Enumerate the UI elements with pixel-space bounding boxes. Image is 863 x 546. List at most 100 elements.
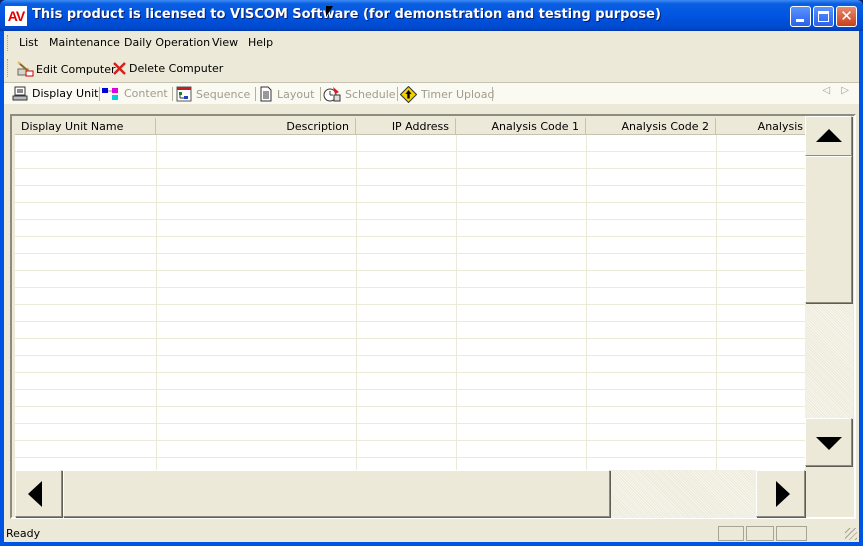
table-row[interactable] xyxy=(15,203,805,220)
table-row[interactable] xyxy=(15,441,805,458)
scroll-right-button[interactable] xyxy=(756,470,805,517)
tab-separator xyxy=(99,87,100,101)
tab-separator xyxy=(492,87,493,101)
toolbar-grip[interactable] xyxy=(7,59,10,77)
minimize-icon xyxy=(796,19,804,22)
tab-sequence[interactable]: Sequence xyxy=(176,86,250,102)
schedule-icon xyxy=(323,87,341,102)
scroll-up-button[interactable] xyxy=(805,116,852,156)
app-window: AV This product is licensed to VISCOM So… xyxy=(0,0,863,546)
table-row[interactable] xyxy=(15,152,805,169)
menu-list[interactable]: List xyxy=(19,36,38,49)
tab-separator xyxy=(172,87,173,101)
menu-view[interactable]: View xyxy=(212,36,238,49)
tab-separator xyxy=(255,87,256,101)
grid-header: Display Unit Name Description IP Address… xyxy=(15,118,805,135)
tab-schedule[interactable]: Schedule xyxy=(323,86,396,102)
table-row[interactable] xyxy=(15,305,805,322)
table-row[interactable] xyxy=(15,390,805,407)
status-panel xyxy=(718,526,744,541)
client-area: List Maintenance Daily Operation View He… xyxy=(4,31,859,542)
display-unit-grid[interactable]: Display Unit Name Description IP Address… xyxy=(15,118,805,470)
tab-separator xyxy=(397,87,398,101)
tab-bar: Display Unit Content Sequence Layout Sch… xyxy=(4,82,859,104)
table-row[interactable] xyxy=(15,407,805,424)
arrow-up-icon xyxy=(816,129,842,142)
table-row[interactable] xyxy=(15,373,805,390)
status-panel xyxy=(746,526,774,541)
table-row[interactable] xyxy=(15,254,805,271)
toolbar: Edit Computer Delete Computer xyxy=(4,55,859,81)
title-bar[interactable]: AV This product is licensed to VISCOM So… xyxy=(0,0,863,31)
maximize-icon xyxy=(818,11,829,22)
table-row[interactable] xyxy=(15,356,805,373)
menubar-grip[interactable] xyxy=(7,35,10,51)
column-divider xyxy=(156,135,157,470)
sequence-icon xyxy=(176,86,192,102)
vertical-scrollbar[interactable] xyxy=(805,116,853,467)
tab-label: Sequence xyxy=(196,87,251,101)
scroll-down-button[interactable] xyxy=(805,418,852,466)
table-row[interactable] xyxy=(15,186,805,203)
menu-maintenance[interactable]: Maintenance xyxy=(49,36,120,49)
vertical-scroll-thumb[interactable] xyxy=(805,156,852,303)
delete-computer-label: Delete Computer xyxy=(129,62,224,75)
window-title: This product is licensed to VISCOM Softw… xyxy=(32,7,661,22)
table-row[interactable] xyxy=(15,271,805,288)
tab-content[interactable]: Content xyxy=(102,86,168,101)
delete-computer-button[interactable]: Delete Computer xyxy=(112,61,223,76)
app-logo-icon: AV xyxy=(5,6,27,26)
tab-display-unit[interactable]: Display Unit xyxy=(12,86,98,101)
menu-help[interactable]: Help xyxy=(248,36,273,49)
tab-scroll-arrows[interactable]: ◁ ▷ xyxy=(822,85,853,96)
column-header-display-unit-name[interactable]: Display Unit Name xyxy=(15,118,156,135)
column-header-description[interactable]: Description xyxy=(156,118,356,135)
maximize-button[interactable] xyxy=(813,6,834,27)
document-icon xyxy=(260,86,272,102)
table-row[interactable] xyxy=(15,458,805,470)
tab-label: Schedule xyxy=(345,87,396,101)
column-divider xyxy=(586,135,587,470)
column-header-analysis-code-2[interactable]: Analysis Code 2 xyxy=(586,118,716,135)
tab-label: Display Unit xyxy=(32,87,99,100)
close-icon: ✕ xyxy=(840,7,853,25)
tab-label: Timer Upload xyxy=(421,88,495,101)
table-row[interactable] xyxy=(15,339,805,356)
status-bar: Ready xyxy=(4,523,859,542)
resize-grip-icon[interactable] xyxy=(845,528,857,540)
status-panel xyxy=(776,526,807,541)
table-row[interactable] xyxy=(15,220,805,237)
column-header-analysis-code-1[interactable]: Analysis Code 1 xyxy=(456,118,586,135)
column-header-ip-address[interactable]: IP Address xyxy=(356,118,456,135)
column-header-analysis[interactable]: Analysis xyxy=(716,118,805,135)
menu-bar: List Maintenance Daily Operation View He… xyxy=(4,31,859,55)
close-button[interactable]: ✕ xyxy=(836,6,857,27)
column-divider xyxy=(456,135,457,470)
computer-icon xyxy=(12,86,28,101)
table-row[interactable] xyxy=(15,288,805,305)
status-text: Ready xyxy=(6,527,41,540)
tab-timer-upload[interactable]: Timer Upload xyxy=(400,86,494,103)
table-row[interactable] xyxy=(15,237,805,254)
tab-separator xyxy=(320,87,321,101)
content-icon xyxy=(102,88,118,100)
table-row[interactable] xyxy=(15,169,805,186)
table-row[interactable] xyxy=(15,322,805,339)
edit-computer-icon xyxy=(17,61,34,77)
arrow-left-icon xyxy=(28,481,42,507)
tab-label: Content xyxy=(124,87,168,100)
tab-layout[interactable]: Layout xyxy=(259,86,314,102)
delete-x-icon xyxy=(113,62,126,75)
minimize-button[interactable] xyxy=(790,6,811,27)
menu-daily-operation[interactable]: Daily Operation xyxy=(124,36,210,49)
edit-computer-button[interactable]: Edit Computer xyxy=(16,61,115,77)
scroll-left-button[interactable] xyxy=(15,470,62,517)
horizontal-scrollbar[interactable] xyxy=(15,470,805,518)
grid-container: Display Unit Name Description IP Address… xyxy=(10,114,856,519)
horizontal-scroll-thumb[interactable] xyxy=(63,470,610,517)
table-row[interactable] xyxy=(15,135,805,152)
column-divider xyxy=(356,135,357,470)
arrow-right-icon xyxy=(776,481,790,507)
tab-label: Layout xyxy=(277,87,315,101)
table-row[interactable] xyxy=(15,424,805,441)
